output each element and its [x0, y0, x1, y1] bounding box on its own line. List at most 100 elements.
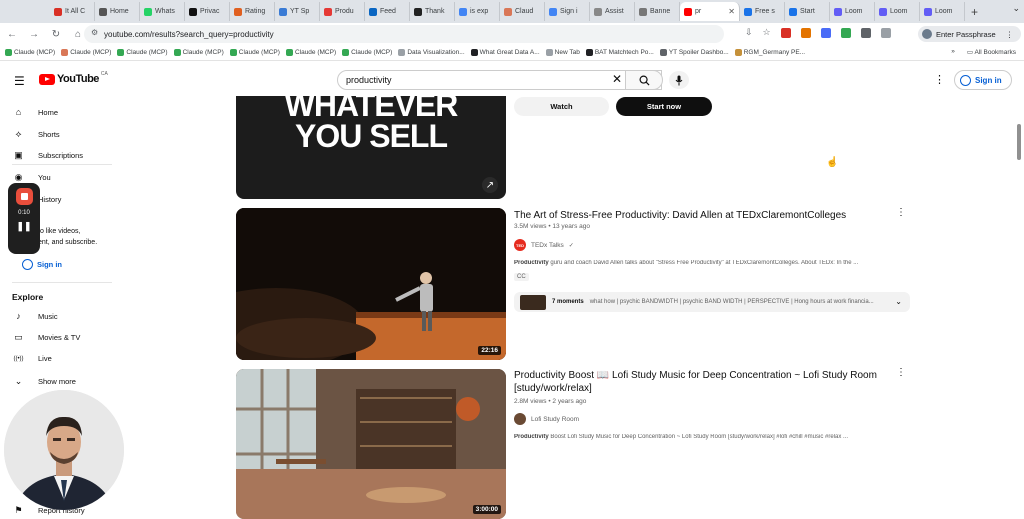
video-title[interactable]: The Art of Stress-Free Productivity: Dav…	[514, 209, 874, 222]
sidebar-item-you[interactable]: ◉ You	[12, 172, 51, 183]
browser-tab[interactable]: Rating	[230, 2, 275, 21]
browser-tab[interactable]: Feed	[365, 2, 410, 21]
key-moments-bar[interactable]: 7 moments what how | psychic BANDWIDTH |…	[514, 292, 910, 312]
settings-kebab-icon[interactable]: ⋮	[934, 73, 945, 86]
browser-tab[interactable]: Privac	[185, 2, 230, 21]
page-scrollbar[interactable]	[1017, 124, 1021, 160]
watch-button[interactable]: Watch	[514, 97, 609, 116]
youtube-logo[interactable]: YouTube CA	[39, 71, 108, 85]
bookmark-item[interactable]: Claude (MCP)	[229, 49, 280, 56]
sidebar-item-movies[interactable]: ▭ Movies & TV	[12, 332, 80, 343]
browser-tab[interactable]: pr ✕	[680, 2, 740, 21]
mouse-cursor-icon: ☝	[826, 157, 839, 168]
more-bookmarks-button[interactable]: »	[951, 48, 955, 56]
extension-icon[interactable]	[840, 27, 851, 38]
voice-search-button[interactable]	[669, 71, 689, 89]
search-button[interactable]	[625, 70, 663, 90]
browser-tab[interactable]: Loom	[830, 2, 875, 21]
sidebar-item-label: Shorts	[38, 130, 60, 139]
browser-tab[interactable]: Produ	[320, 2, 365, 21]
browser-tab[interactable]: Free s	[740, 2, 785, 21]
bookmark-item[interactable]: Claude (MCP)	[117, 49, 168, 56]
site-info-icon[interactable]: ⚙	[91, 28, 98, 37]
browser-tab[interactable]: Claud	[500, 2, 545, 21]
hamburger-menu-icon[interactable]: ☰	[14, 74, 25, 88]
bookmark-item[interactable]: Data Visualization...	[398, 49, 465, 56]
browser-tab[interactable]: Banne	[635, 2, 680, 21]
browser-tab[interactable]: It All C	[50, 2, 95, 21]
sidebar-item-label: Music	[38, 311, 58, 321]
video-thumbnail[interactable]: 22:16	[236, 208, 506, 360]
pause-icon[interactable]: ❚❚	[16, 221, 31, 232]
channel-name: Lofi Study Room	[531, 415, 580, 423]
stop-recording-button[interactable]	[15, 188, 33, 205]
sidebar-item-home[interactable]: ⌂ Home	[12, 107, 58, 117]
sidebar-item-shorts[interactable]: ⟡ Shorts	[12, 129, 60, 140]
url-field[interactable]: ⚙ youtube.com/results?search_query=produ…	[84, 25, 724, 43]
tab-label: Loom	[935, 8, 953, 15]
sidebar-item-music[interactable]: ♪ Music	[12, 311, 58, 321]
tab-label: Free s	[755, 8, 775, 15]
bookmark-item[interactable]: BAT Matchtech Po...	[585, 49, 654, 56]
video-description: Productivity guru and coach David Allen …	[514, 260, 894, 266]
browser-tab[interactable]: Thank	[410, 2, 455, 21]
extensions-puzzle-icon[interactable]	[860, 27, 871, 38]
sidebar-item-label: History	[38, 195, 62, 204]
browser-tab[interactable]: Loom	[875, 2, 920, 21]
sidebar-item-subscriptions[interactable]: ▣ Subscriptions	[12, 150, 83, 161]
video-thumbnail[interactable]: 3:00:00	[236, 369, 506, 519]
video-options-kebab-icon[interactable]: ⋮	[896, 207, 906, 218]
chevron-down-icon[interactable]: ⌄	[895, 297, 902, 306]
close-tab-icon[interactable]: ✕	[728, 7, 735, 16]
browser-tab[interactable]: Sign i	[545, 2, 590, 21]
bookmark-item[interactable]: Claude (MCP)	[61, 49, 111, 56]
bookmark-item[interactable]: YT Spoiler Dashbo...	[659, 49, 729, 56]
new-tab-button[interactable]: +	[971, 5, 978, 19]
webcam-bubble[interactable]	[4, 390, 124, 510]
reload-button[interactable]: ↻	[50, 29, 62, 40]
bookmark-item[interactable]: What Great Data A...	[470, 49, 540, 56]
browser-tab[interactable]: Whats	[140, 2, 185, 21]
video-title[interactable]: Productivity Boost 📖 Lofi Study Music fo…	[514, 369, 884, 395]
bookmark-item[interactable]: Claude (MCP)	[342, 49, 392, 56]
browser-tab[interactable]: is exp	[455, 2, 500, 21]
sidebar-sign-in-button[interactable]: Sign in	[22, 256, 62, 272]
all-bookmarks-button[interactable]: ▭ All Bookmarks	[967, 48, 1016, 56]
bookmarks-bar: Claude (MCP) Claude (MCP) Claude (MCP) Clau…	[0, 45, 1024, 61]
browser-tab[interactable]: Assist	[590, 2, 635, 21]
video-options-kebab-icon[interactable]: ⋮	[896, 367, 906, 378]
sidebar-icon[interactable]	[880, 27, 891, 38]
bookmark-favicon-icon	[734, 49, 742, 56]
sidebar-item-live[interactable]: ((•)) Live	[12, 354, 51, 363]
home-icon[interactable]: ⌂	[72, 29, 84, 40]
forward-button[interactable]: →	[28, 29, 40, 40]
sidebar-item-show-more[interactable]: ⌄ Show more	[12, 376, 76, 387]
browser-tab[interactable]: YT Sp	[275, 2, 320, 21]
tab-favicon-icon	[594, 7, 602, 16]
channel-avatar: TED	[514, 239, 526, 251]
install-icon[interactable]: ⇩	[745, 27, 753, 38]
external-link-icon[interactable]: ↗	[482, 177, 498, 193]
bookmark-item[interactable]: Claude (MCP)	[173, 49, 224, 56]
menu-icon[interactable]: ⋮	[1006, 30, 1014, 39]
bookmark-item[interactable]: New Tab	[545, 49, 580, 56]
bookmark-item[interactable]: Claude (MCP)	[5, 49, 55, 56]
ad-thumbnail[interactable]: WHATEVER YOU SELL ↗	[236, 96, 506, 199]
sign-in-button[interactable]: Sign in	[954, 70, 1012, 90]
start-now-button[interactable]: Start now	[616, 97, 712, 116]
browser-tab[interactable]: Loom	[920, 2, 965, 21]
channel-link[interactable]: TED TEDx Talks ✓	[514, 239, 574, 251]
bookmark-star-icon[interactable]: ☆	[763, 27, 771, 38]
clear-search-icon[interactable]: ✕	[612, 72, 622, 86]
bookmark-item[interactable]: Claude (MCP)	[285, 49, 336, 56]
browser-tab[interactable]: Home	[95, 2, 140, 21]
chevron-down-icon[interactable]: ⌄	[1012, 3, 1020, 14]
browser-tab[interactable]: Start	[785, 2, 830, 21]
bookmark-item[interactable]: RGM_Germany PE...	[734, 49, 805, 56]
channel-link[interactable]: Lofi Study Room	[514, 413, 579, 425]
extension-icon[interactable]	[800, 27, 811, 38]
gmail-extension-icon[interactable]	[780, 27, 791, 38]
profile-button[interactable]: Enter Passphrase ⋮	[918, 26, 1022, 42]
back-button[interactable]: ←	[6, 29, 18, 40]
extension-icon[interactable]	[820, 27, 831, 38]
